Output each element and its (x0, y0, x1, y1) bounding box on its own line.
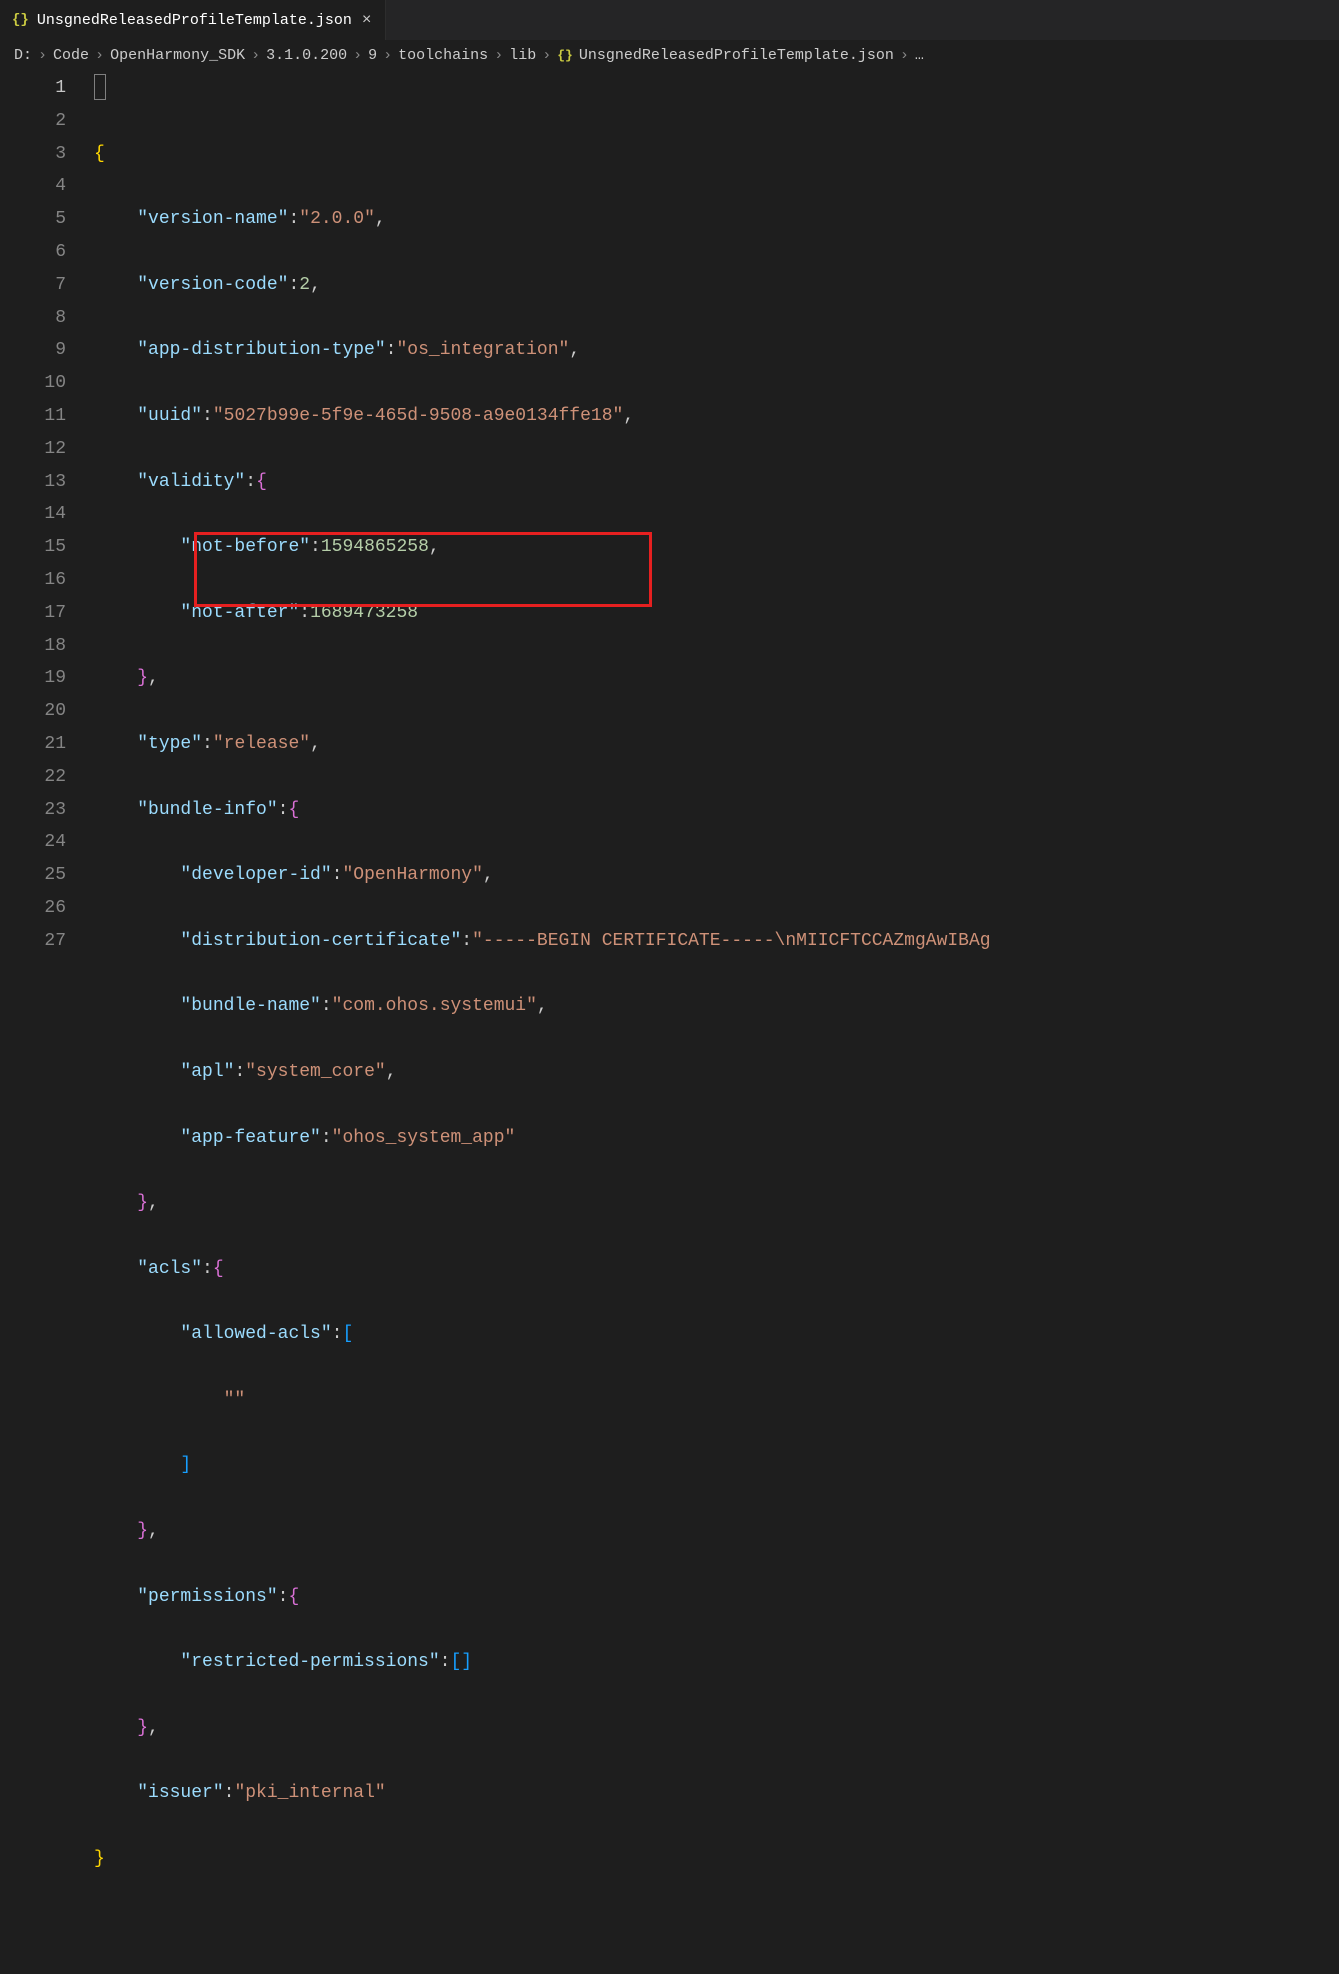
chevron-right-icon: › (38, 47, 47, 64)
breadcrumb-segment[interactable]: Code (53, 47, 89, 64)
line-number: 9 (0, 334, 94, 367)
line-number: 6 (0, 236, 94, 269)
line-number: 15 (0, 531, 94, 564)
chevron-right-icon: › (353, 47, 362, 64)
tab-filename: UnsgnedReleasedProfileTemplate.json (37, 12, 352, 29)
chevron-right-icon: › (251, 47, 260, 64)
cursor-indicator (94, 74, 106, 100)
breadcrumb-file[interactable]: UnsgnedReleasedProfileTemplate.json (579, 47, 894, 64)
breadcrumb-segment[interactable]: 3.1.0.200 (266, 47, 347, 64)
line-number: 21 (0, 728, 94, 761)
line-number: 5 (0, 203, 94, 236)
line-number: 26 (0, 892, 94, 925)
code-editor[interactable]: 1234567891011121314151617181920212223242… (0, 70, 1339, 1076)
tab-bar: {} UnsgnedReleasedProfileTemplate.json × (0, 0, 1339, 40)
line-number: 22 (0, 761, 94, 794)
chevron-right-icon: › (900, 47, 909, 64)
line-number: 20 (0, 695, 94, 728)
line-number: 4 (0, 170, 94, 203)
chevron-right-icon: › (542, 47, 551, 64)
chevron-right-icon: › (494, 47, 503, 64)
line-number: 16 (0, 564, 94, 597)
breadcrumb-segment[interactable]: D: (14, 47, 32, 64)
line-number: 8 (0, 302, 94, 335)
line-number: 2 (0, 105, 94, 138)
breadcrumb-segment[interactable]: 9 (368, 47, 377, 64)
breadcrumb-segment[interactable]: OpenHarmony_SDK (110, 47, 245, 64)
editor-tab[interactable]: {} UnsgnedReleasedProfileTemplate.json × (0, 0, 386, 40)
json-file-icon: {} (12, 12, 29, 28)
breadcrumb-segment[interactable]: toolchains (398, 47, 488, 64)
line-number: 1 (0, 72, 94, 105)
line-number: 14 (0, 498, 94, 531)
line-number: 18 (0, 630, 94, 663)
line-number: 23 (0, 794, 94, 827)
breadcrumb: D: › Code › OpenHarmony_SDK › 3.1.0.200 … (0, 40, 1339, 70)
chevron-right-icon: › (383, 47, 392, 64)
line-number: 13 (0, 466, 94, 499)
line-number: 3 (0, 138, 94, 171)
line-number: 10 (0, 367, 94, 400)
chevron-right-icon: › (95, 47, 104, 64)
breadcrumb-overflow[interactable]: … (915, 47, 924, 64)
breadcrumb-segment[interactable]: lib (509, 47, 536, 64)
line-number: 27 (0, 925, 94, 958)
line-number-gutter: 1234567891011121314151617181920212223242… (0, 70, 94, 1076)
json-file-icon: {} (557, 48, 573, 63)
line-number: 25 (0, 859, 94, 892)
line-number: 11 (0, 400, 94, 433)
line-number: 19 (0, 662, 94, 695)
line-number: 7 (0, 269, 94, 302)
line-number: 12 (0, 433, 94, 466)
close-icon[interactable]: × (360, 11, 374, 29)
code-content[interactable]: { "version-name":"2.0.0", "version-code"… (94, 70, 991, 1076)
line-number: 17 (0, 597, 94, 630)
line-number: 24 (0, 826, 94, 859)
